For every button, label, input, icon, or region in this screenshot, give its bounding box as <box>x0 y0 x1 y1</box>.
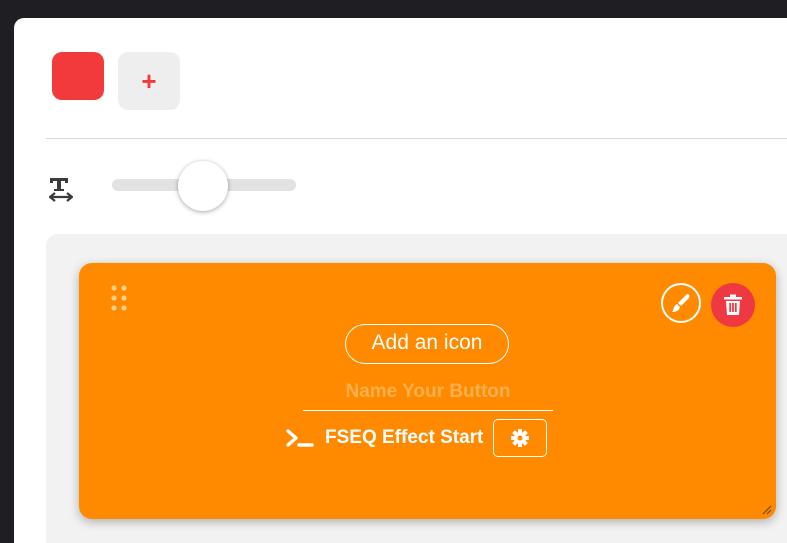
add-color-button[interactable]: + <box>118 52 180 110</box>
button-name-input[interactable] <box>303 374 553 411</box>
color-swatch-red[interactable] <box>52 52 104 100</box>
button-size-slider-thumb[interactable] <box>178 161 228 211</box>
add-icon-button[interactable]: Add an icon <box>345 324 509 364</box>
trash-icon <box>724 294 742 315</box>
plus-icon: + <box>141 66 157 96</box>
gear-icon <box>511 429 530 447</box>
divider <box>46 138 787 139</box>
delete-button[interactable] <box>711 283 755 327</box>
terminal-icon <box>286 429 314 447</box>
text-width-icon <box>48 178 74 202</box>
resize-handle-icon[interactable] <box>760 503 772 515</box>
action-row: FSEQ Effect Start <box>285 418 548 458</box>
paintbrush-icon <box>672 294 690 312</box>
action-label: FSEQ Effect Start <box>325 427 484 448</box>
style-button[interactable] <box>661 283 701 323</box>
button-card: Add an icon FSEQ Effect Start <box>79 263 776 519</box>
action-settings-button[interactable] <box>493 419 548 457</box>
button-editor-panel: + Add an icon Name Your Button FSEQ Effe… <box>14 18 787 543</box>
drag-dots-icon[interactable] <box>109 283 131 317</box>
